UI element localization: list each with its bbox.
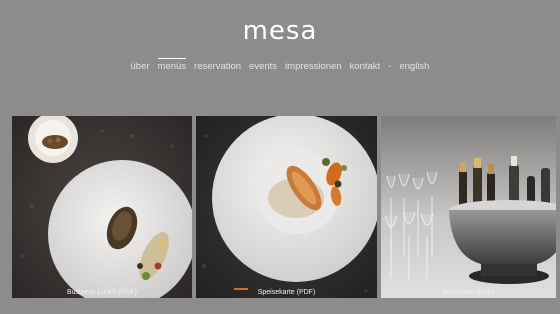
nav-item-reservation[interactable]: reservation	[194, 58, 241, 72]
nav-item-menues[interactable]: menüs	[157, 58, 186, 72]
weinkarte-tile[interactable]: Weinkarte (PDF)	[381, 116, 556, 298]
weinkarte-caption[interactable]: Weinkarte (PDF)	[381, 289, 556, 296]
speisekarte-tile[interactable]: Speisekarte (PDF)	[196, 116, 377, 298]
nav-separator: -	[388, 61, 392, 72]
champagne-bucket-photo	[381, 116, 556, 298]
main-course-plate-photo	[196, 116, 377, 298]
nav-item-impressionen[interactable]: impressionen	[285, 58, 342, 72]
nav-item-kontakt[interactable]: kontakt	[350, 58, 381, 72]
site-logo[interactable]: mesa	[0, 16, 560, 46]
business-lunch-tile[interactable]: Business Lunch (PDF)	[12, 116, 192, 298]
language-switch-english[interactable]: english	[399, 58, 429, 72]
main-navigation: über menüs reservation events impression…	[0, 58, 560, 72]
appetizer-plate-photo	[12, 116, 192, 298]
nav-item-ueber[interactable]: über	[131, 58, 150, 72]
business-lunch-caption[interactable]: Business Lunch (PDF)	[12, 289, 192, 296]
speisekarte-caption[interactable]: Speisekarte (PDF)	[196, 289, 377, 296]
menu-tiles: Business Lunch (PDF) Speisekarte (PDF) W…	[12, 116, 556, 298]
nav-item-events[interactable]: events	[249, 58, 277, 72]
